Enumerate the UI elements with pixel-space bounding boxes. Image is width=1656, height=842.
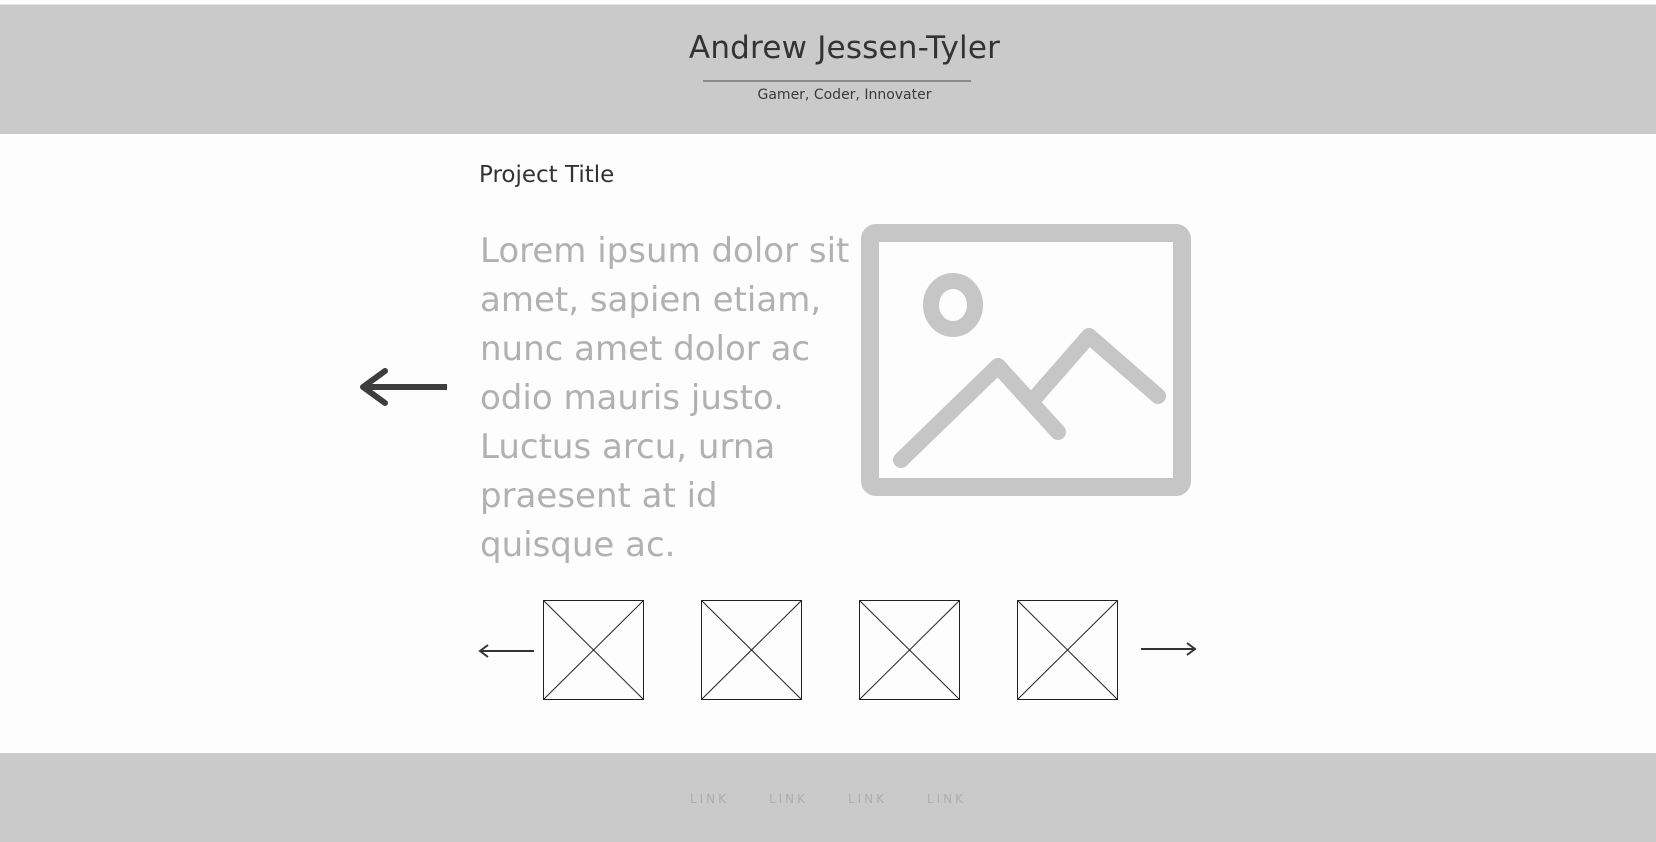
site-title: Andrew Jessen-Tyler [688,30,1001,66]
image-placeholder-icon [861,224,1191,496]
arrow-left-icon [478,644,534,658]
image-placeholder-icon [701,600,802,700]
site-header: Andrew Jessen-Tyler Gamer, Coder, Innova… [0,5,1656,134]
project-hero-image [861,224,1191,496]
footer-link-1[interactable]: LINK [684,792,735,806]
project-description: Lorem ipsum dolor sit amet, sapien etiam… [480,231,850,565]
title-divider [703,80,971,82]
thumbnail-carousel [0,600,1656,702]
project-title: Project Title [479,162,615,188]
image-placeholder-icon [859,600,960,700]
site-footer: LINK LINK LINK LINK [0,753,1656,842]
footer-link-3[interactable]: LINK [842,792,893,806]
page: Andrew Jessen-Tyler Gamer, Coder, Innova… [0,0,1656,842]
thumbnail-4[interactable] [1017,600,1118,700]
image-placeholder-icon [543,600,644,700]
thumb-prev-button[interactable] [477,641,537,661]
footer-link-2[interactable]: LINK [763,792,814,806]
prev-project-button[interactable] [355,365,455,409]
footer-link-4[interactable]: LINK [921,792,972,806]
thumbnail-2[interactable] [701,600,802,700]
thumb-next-button[interactable] [1138,639,1198,659]
site-tagline: Gamer, Coder, Innovater [757,87,932,103]
footer-nav: LINK LINK LINK LINK [0,792,1656,806]
thumbnail-1[interactable] [543,600,644,700]
arrow-left-icon [360,368,447,406]
arrow-right-icon [1141,642,1197,656]
thumbnail-3[interactable] [859,600,960,700]
image-placeholder-icon [1017,600,1118,700]
